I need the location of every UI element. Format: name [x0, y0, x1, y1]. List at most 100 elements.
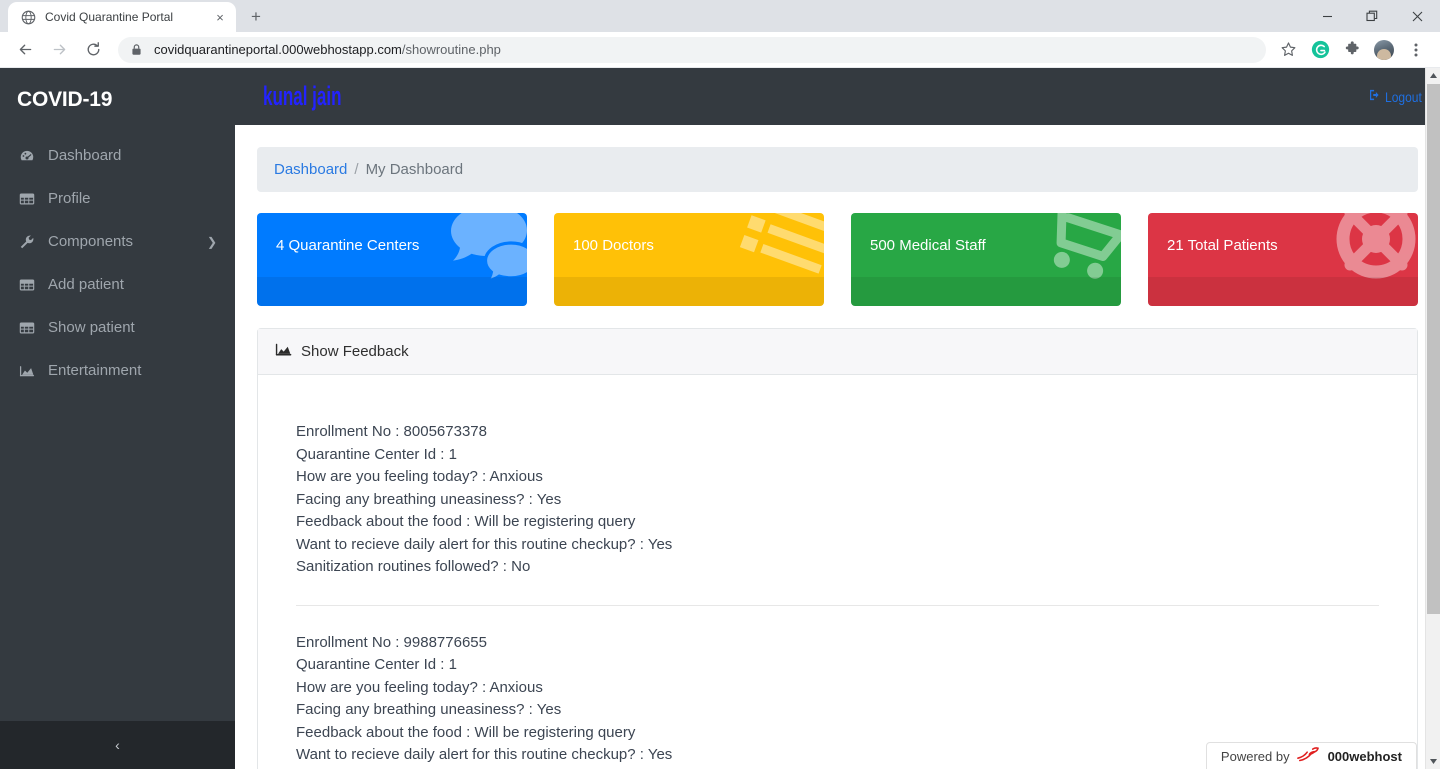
stat-card-label: 4 Quarantine Centers [276, 236, 420, 254]
tab-strip: Covid Quarantine Portal × + [0, 0, 1440, 32]
area-chart-icon [17, 363, 37, 379]
table-icon [17, 320, 37, 336]
sidebar-item-label: Show patient [48, 319, 135, 336]
new-tab-button[interactable]: + [242, 3, 270, 31]
lock-icon [130, 43, 144, 57]
close-icon[interactable]: × [212, 9, 228, 25]
sidebar-item-profile[interactable]: Profile [0, 177, 235, 220]
close-window-icon[interactable] [1395, 0, 1440, 32]
feedback-panel: Show Feedback Enrollment No : 8005673378… [257, 328, 1418, 769]
breathing-uneasiness: Facing any breathing uneasiness? : Yes [296, 490, 562, 508]
breadcrumb-root-link[interactable]: Dashboard [274, 161, 347, 178]
stat-card-footer [851, 277, 1121, 306]
stat-card-footer [1148, 277, 1418, 306]
feedback-record: Enrollment No : 8005673378 Quarantine Ce… [296, 421, 1379, 579]
000webhost-logo [1296, 746, 1321, 766]
globe-icon [20, 9, 36, 25]
scroll-down-arrow[interactable] [1426, 754, 1440, 769]
brand-title: COVID-19 [17, 88, 113, 111]
back-button[interactable] [11, 36, 39, 64]
stat-card-quarantine-centers[interactable]: 4 Quarantine Centers [257, 213, 527, 306]
sanitization-routines: Sanitization routines followed? : No [296, 558, 531, 575]
logout-label: Logout [1385, 88, 1422, 105]
breathing-uneasiness: Facing any breathing uneasiness? : Yes [296, 701, 562, 718]
feedback-panel-body: Enrollment No : 8005673378 Quarantine Ce… [258, 375, 1417, 769]
food-feedback: Feedback about the food : Will be regist… [296, 513, 636, 530]
address-bar[interactable]: covidquarantineportal.000webhostapp.com/… [118, 36, 1266, 63]
sidebar-item-label: Dashboard [48, 147, 122, 164]
webhost-prefix: Powered by [1220, 748, 1290, 764]
window-controls [1305, 0, 1440, 32]
sidebar-item-add-patient[interactable]: Add patient [0, 263, 235, 306]
breadcrumb-separator: / [354, 161, 359, 178]
tachometer-icon [17, 148, 37, 164]
browser-toolbar: covidquarantineportal.000webhostapp.com/… [0, 32, 1440, 68]
sidebar: COVID-19 Dashboard Profile Components ❯ … [0, 68, 235, 769]
feeling-today: How are you feeling today? : Anxious [296, 468, 543, 485]
stat-card-total-patients[interactable]: 21 Total Patients [1148, 213, 1418, 306]
stat-card-doctors[interactable]: 100 Doctors [554, 213, 824, 306]
tab-title: Covid Quarantine Portal [45, 10, 174, 24]
breadcrumb-current: My Dashboard [365, 161, 464, 178]
content-scroll-area: Dashboard / My Dashboard 4 Quarantine Ce… [235, 125, 1440, 769]
chevron-right-icon: ❯ [206, 234, 217, 249]
stat-card-label: 21 Total Patients [1167, 236, 1278, 254]
enrollment-no: Enrollment No : 9988776655 [296, 633, 487, 651]
chrome-menu-icon[interactable] [1403, 37, 1429, 63]
sign-out-icon [1369, 88, 1381, 105]
maximize-icon[interactable] [1350, 0, 1395, 32]
quarantine-center-id: Quarantine Center Id : 1 [296, 656, 457, 673]
extensions-puzzle-icon[interactable] [1339, 37, 1365, 63]
sidebar-item-label: Components [48, 233, 134, 250]
scrollbar-thumb[interactable] [1427, 84, 1440, 614]
sidebar-item-dashboard[interactable]: Dashboard [0, 134, 235, 177]
food-feedback: Feedback about the food : Will be regist… [296, 723, 636, 741]
enrollment-no: Enrollment No : 8005673378 [296, 423, 487, 440]
forward-button[interactable] [45, 36, 73, 64]
grammarly-icon[interactable] [1307, 37, 1333, 63]
stat-card-medical-staff[interactable]: 500 Medical Staff [851, 213, 1121, 306]
feedback-panel-header: Show Feedback [258, 329, 1417, 375]
stat-cards: 4 Quarantine Centers 100 Doctors 500 Med… [257, 213, 1418, 306]
profile-avatar[interactable] [1371, 37, 1397, 63]
top-navbar: kunal jain Logout [235, 68, 1440, 125]
stat-card-footer [257, 277, 527, 306]
url-host: covidquarantineportal.000webhostapp.com [154, 42, 402, 57]
sidebar-item-label: Add patient [48, 276, 124, 293]
minimize-icon[interactable] [1305, 0, 1350, 32]
webhost-name: 000webhost [1327, 748, 1402, 764]
daily-alert-preference: Want to recieve daily alert for this rou… [296, 535, 673, 553]
reload-button[interactable] [79, 36, 107, 64]
sidebar-item-label: Profile [48, 190, 91, 207]
area-chart-icon [275, 342, 292, 361]
chevron-left-icon: ‹ [115, 737, 120, 753]
sidebar-item-entertainment[interactable]: Entertainment [0, 349, 235, 392]
wrench-icon [17, 234, 37, 250]
breadcrumb: Dashboard / My Dashboard [257, 147, 1418, 192]
browser-window: Covid Quarantine Portal × + covidquarant… [0, 0, 1440, 769]
feeling-today: How are you feeling today? : Anxious [296, 678, 543, 696]
sidebar-item-components[interactable]: Components ❯ [0, 220, 235, 263]
browser-tab[interactable]: Covid Quarantine Portal × [8, 2, 236, 32]
stat-card-label: 100 Doctors [573, 236, 654, 254]
feedback-panel-title: Show Feedback [301, 343, 409, 360]
sidebar-collapse-button[interactable]: ‹ [0, 721, 235, 769]
sidebar-nav: Dashboard Profile Components ❯ Add patie… [0, 134, 235, 721]
bookmark-star-icon[interactable] [1275, 37, 1301, 63]
webhost-badge[interactable]: Powered by 000webhost [1205, 742, 1417, 769]
main-content: kunal jain Logout Dashboard / My Dashboa… [235, 68, 1440, 769]
stat-card-footer [554, 277, 824, 306]
page-scrollbar[interactable] [1425, 68, 1440, 769]
page-viewport: COVID-19 Dashboard Profile Components ❯ … [0, 68, 1440, 769]
table-icon [17, 277, 37, 293]
sidebar-item-label: Entertainment [48, 362, 142, 379]
table-icon [17, 191, 37, 207]
url-path: /showroutine.php [401, 42, 501, 57]
scroll-up-arrow[interactable] [1426, 68, 1440, 83]
url-text: covidquarantineportal.000webhostapp.com/… [154, 42, 501, 57]
logout-button[interactable]: Logout [1369, 88, 1422, 105]
stat-card-label: 500 Medical Staff [870, 236, 986, 254]
sidebar-item-show-patient[interactable]: Show patient [0, 306, 235, 349]
quarantine-center-id: Quarantine Center Id : 1 [296, 445, 457, 463]
record-separator [296, 604, 1379, 606]
